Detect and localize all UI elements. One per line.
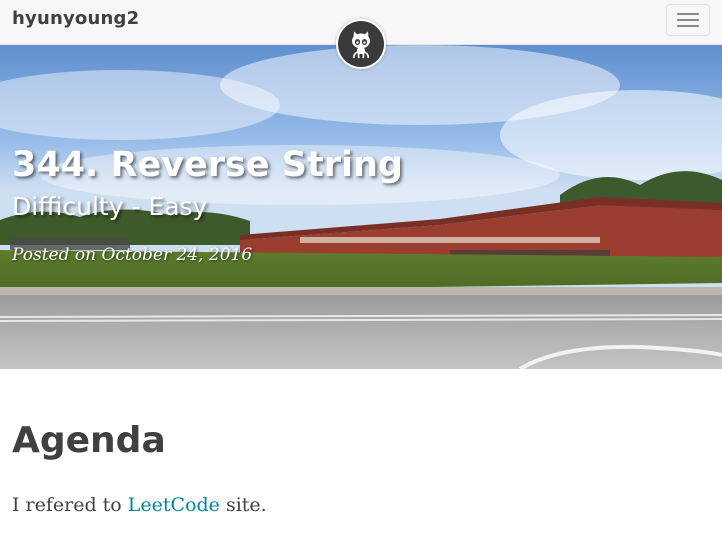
post-meta-prefix: Posted on — [12, 245, 97, 265]
post-date: October 24, 2016 — [101, 245, 253, 265]
hamburger-menu-icon-bar — [677, 19, 699, 21]
header-hero: 344. Reverse String Difficulty - Easy Po… — [0, 45, 722, 369]
post-title: 344. Reverse String — [12, 145, 403, 185]
intro-text-before: I refered to — [12, 494, 128, 516]
leetcode-link[interactable]: LeetCode — [128, 494, 220, 516]
github-octocat-icon — [352, 31, 370, 59]
post-meta: Posted on October 24, 2016 — [12, 245, 252, 265]
post-subtitle: Difficulty - Easy — [12, 192, 208, 221]
menu-toggle-button[interactable] — [666, 4, 710, 36]
avatar[interactable] — [336, 19, 386, 69]
brand-link[interactable]: hyunyoung2 — [12, 8, 139, 29]
section-heading-agenda: Agenda — [12, 420, 166, 461]
hamburger-menu-icon-bar — [677, 25, 699, 27]
intro-text-after: site. — [219, 494, 267, 516]
avatar-circle — [338, 21, 384, 67]
intro-paragraph: I refered to LeetCode site. — [12, 494, 267, 516]
hamburger-menu-icon — [677, 13, 699, 15]
